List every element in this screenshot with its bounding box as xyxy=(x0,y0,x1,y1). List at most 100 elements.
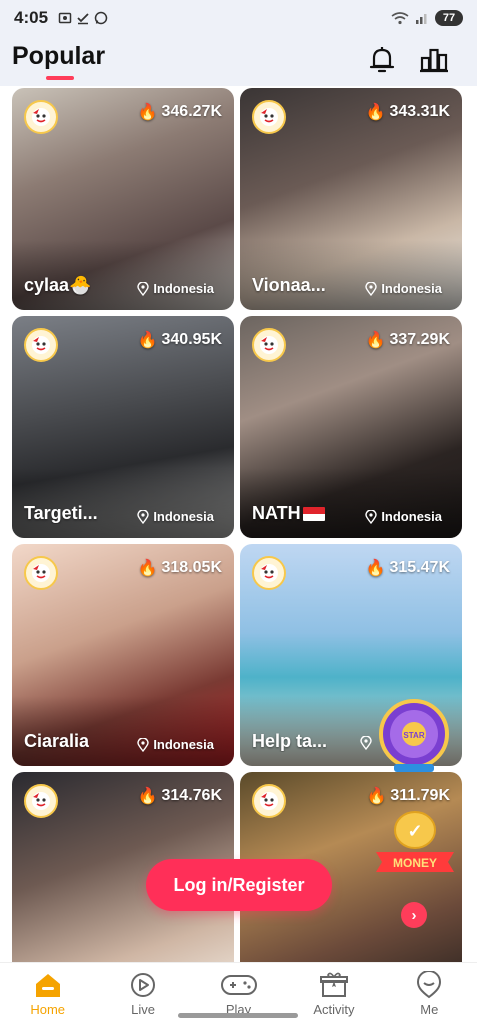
nav-me[interactable]: Me xyxy=(382,963,477,1024)
flame-icon: 🔥 xyxy=(366,788,387,805)
whatsapp-icon xyxy=(94,11,108,25)
heat-value: 343.31K xyxy=(389,103,451,120)
spin-wheel-label: STAR xyxy=(403,731,424,740)
streamer-name: Targeti... xyxy=(24,503,98,523)
streamer-card[interactable]: 🔥 340.95K Targeti... Indonesia xyxy=(12,316,234,538)
live-icon xyxy=(131,973,156,997)
page-header: Popular xyxy=(0,36,477,86)
screenshot-icon xyxy=(58,12,72,24)
nav-label: Activity xyxy=(313,1002,355,1017)
heat-value: 314.76K xyxy=(161,787,223,804)
ranking-button[interactable] xyxy=(418,44,450,76)
nav-label: Live xyxy=(131,1002,156,1017)
status-right: 77 xyxy=(391,10,463,26)
level-badge-icon xyxy=(24,784,58,818)
streamer-name: NATH xyxy=(252,503,325,524)
heat-count: 🔥 314.76K xyxy=(138,786,222,806)
heat-count: 🔥 337.29K xyxy=(366,330,450,350)
streamer-card[interactable]: 🔥 337.29K NATH Indonesia xyxy=(240,316,462,538)
streamer-name: Ciaralia xyxy=(24,731,90,751)
level-badge-icon xyxy=(252,100,286,134)
notification-button[interactable] xyxy=(366,44,398,76)
nav-home[interactable]: Home xyxy=(0,963,95,1024)
ranking-icon xyxy=(420,48,448,73)
flame-icon: 🔥 xyxy=(365,104,386,121)
battery-indicator: 77 xyxy=(435,10,463,26)
flame-icon: 🔥 xyxy=(365,332,386,349)
flame-icon: 🔥 xyxy=(137,332,158,349)
location: Indonesia xyxy=(137,509,214,524)
location-label: Indonesia xyxy=(381,509,442,524)
bell-icon xyxy=(369,47,395,73)
location-label: Indonesia xyxy=(153,737,214,752)
flame-icon: 🔥 xyxy=(137,104,158,121)
heat-count: 🔥 315.47K xyxy=(366,558,450,578)
flame-icon: 🔥 xyxy=(137,788,158,805)
next-arrow-button[interactable]: › xyxy=(401,902,427,928)
nav-live[interactable]: Live xyxy=(95,963,190,1024)
spin-wheel-icon[interactable]: STAR xyxy=(376,698,452,774)
page-title[interactable]: Popular xyxy=(12,42,105,71)
home-indicator xyxy=(178,1013,298,1018)
money-badge-icon[interactable]: ✓ MONEY xyxy=(372,808,458,878)
heat-value: 340.95K xyxy=(161,331,223,348)
heat-count: 🔥 343.31K xyxy=(366,102,450,122)
heat-count: 🔥 311.79K xyxy=(366,786,450,806)
nav-activity[interactable]: Activity xyxy=(286,963,381,1024)
gift-icon xyxy=(319,972,348,997)
streamer-name-text: NATH xyxy=(252,503,301,523)
indonesia-flag-icon xyxy=(302,507,325,522)
heat-count: 🔥 318.05K xyxy=(138,558,222,578)
streamer-name: Vionaa... xyxy=(252,275,326,295)
wifi-icon xyxy=(391,12,409,25)
level-badge-icon xyxy=(252,328,286,362)
heat-value: 346.27K xyxy=(161,103,223,120)
location: Indonesia xyxy=(137,737,214,752)
location-label: Indonesia xyxy=(153,509,214,524)
tab-underline xyxy=(46,76,74,80)
svg-text:✓: ✓ xyxy=(407,821,422,841)
location-label: Indonesia xyxy=(381,281,442,296)
flame-icon: 🔥 xyxy=(137,560,158,577)
nav-label: Me xyxy=(420,1002,439,1017)
location-pin-icon xyxy=(360,736,372,750)
download-check-icon xyxy=(77,13,89,25)
heat-value: 311.79K xyxy=(390,787,450,804)
gamepad-icon xyxy=(220,975,257,995)
signal-icon xyxy=(416,14,427,24)
heat-value: 337.29K xyxy=(389,331,451,348)
heat-value: 318.05K xyxy=(161,559,223,576)
profile-icon xyxy=(417,971,442,999)
streamer-name: Help ta... xyxy=(252,731,328,751)
level-badge-icon xyxy=(24,100,58,134)
home-icon xyxy=(35,974,60,997)
heat-value: 315.47K xyxy=(389,559,451,576)
heat-count: 🔥 346.27K xyxy=(138,102,222,122)
status-time: 4:05 xyxy=(14,8,49,27)
status-bar: 4:05 77 xyxy=(0,0,477,36)
level-badge-icon xyxy=(24,328,58,362)
level-badge-icon xyxy=(252,784,286,818)
location-pin-icon xyxy=(365,509,378,524)
nav-label: Home xyxy=(30,1002,66,1017)
streamer-name: cylaa🐣 xyxy=(24,275,92,295)
flame-icon: 🔥 xyxy=(365,560,386,577)
money-badge-label: MONEY xyxy=(393,856,437,870)
location-pin-icon xyxy=(137,509,150,524)
location-pin-icon xyxy=(137,737,150,752)
streamer-card[interactable]: 🔥 343.31K Vionaa... Indonesia xyxy=(240,88,462,310)
heat-count: 🔥 340.95K xyxy=(138,330,222,350)
location: Indonesia xyxy=(365,281,442,296)
location-pin-icon xyxy=(137,281,150,296)
login-register-button[interactable]: Log in/Register xyxy=(146,859,332,911)
notification-icons xyxy=(58,11,108,25)
location: Indonesia xyxy=(365,509,442,524)
chevron-right-icon: › xyxy=(411,906,417,924)
location: Indonesia xyxy=(137,281,214,296)
location-pin-icon xyxy=(365,281,378,296)
streamer-card[interactable]: 🔥 346.27K cylaa🐣 Indonesia xyxy=(12,88,234,310)
level-badge-icon xyxy=(24,556,58,590)
location-label: Indonesia xyxy=(153,281,214,296)
streamer-card[interactable]: 🔥 318.05K Ciaralia Indonesia xyxy=(12,544,234,766)
level-badge-icon xyxy=(252,556,286,590)
